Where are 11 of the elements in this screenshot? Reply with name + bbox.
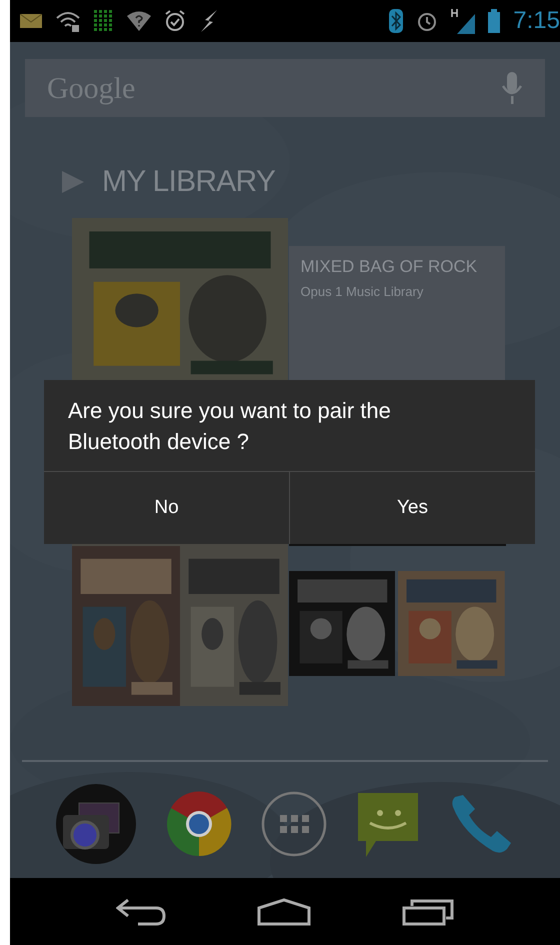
clock-time: 7:15 xyxy=(513,6,560,36)
lightning-icon xyxy=(199,10,219,32)
grid-icon xyxy=(94,10,114,32)
signal-icon xyxy=(451,8,476,34)
wifi-icon xyxy=(55,10,81,32)
wifi-question-icon xyxy=(127,11,151,31)
battery-icon xyxy=(488,9,500,33)
alarm-icon xyxy=(164,9,186,33)
mail-icon xyxy=(20,14,42,28)
bluetooth-icon xyxy=(389,9,404,33)
alarm-icon xyxy=(416,10,438,32)
